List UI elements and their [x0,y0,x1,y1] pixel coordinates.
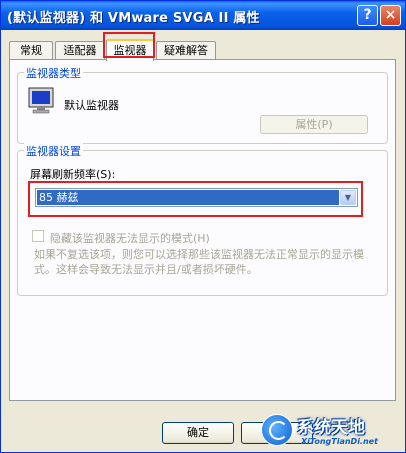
watermark-title: 系统天地 [297,418,365,438]
monitor-name: 默认监视器 [64,99,119,112]
close-button[interactable]: × [380,5,401,26]
monitor-type-group: 监视器类型 默认监视器 属性(P) [17,65,388,144]
title-bar[interactable]: (默认监视器) 和 VMware SVGA II 属性 ? × [1,1,405,30]
monitor-icon [28,87,54,114]
window-title: (默认监视器) 和 VMware SVGA II 属性 [7,11,260,26]
tab-troubleshoot[interactable]: 疑难解答 [156,41,216,59]
watermark: 系统天地 XiTongTianDi.net [261,411,403,451]
monitor-type-heading: 监视器类型 [24,65,83,81]
hide-modes-label: 隐藏该监视器无法显示的模式(H) [50,232,210,245]
monitor-tab-panel: 监视器类型 默认监视器 属性(P) 监视器设置 屏幕刷新频率(S): 85 赫兹… [9,59,396,401]
tab-highlight-box [103,32,155,58]
refresh-rate-label: 屏幕刷新频率(S): [30,168,116,181]
refresh-rate-value: 85 赫兹 [37,190,339,205]
refresh-rate-select[interactable]: 85 赫兹 ▼ [35,188,358,207]
hide-modes-description: 如果不复选该项，则您可以选择那些该监视器无法正常显示的显示模式。这样会导致无法显… [34,248,364,276]
monitor-settings-heading: 监视器设置 [24,143,83,159]
watermark-url: XiTongTianDi.net [301,437,378,446]
tab-general[interactable]: 常规 [9,41,53,59]
monitor-properties-button[interactable]: 属性(P) [260,115,368,134]
properties-dialog: (默认监视器) 和 VMware SVGA II 属性 ? × 常规 适配器 监… [0,0,406,453]
chevron-down-icon[interactable]: ▼ [340,190,356,205]
help-button[interactable]: ? [357,5,378,26]
ok-button[interactable]: 确定 [162,422,234,444]
tab-adapter[interactable]: 适配器 [55,41,105,59]
watermark-logo-icon [261,414,293,446]
hide-modes-checkbox[interactable] [32,230,44,242]
